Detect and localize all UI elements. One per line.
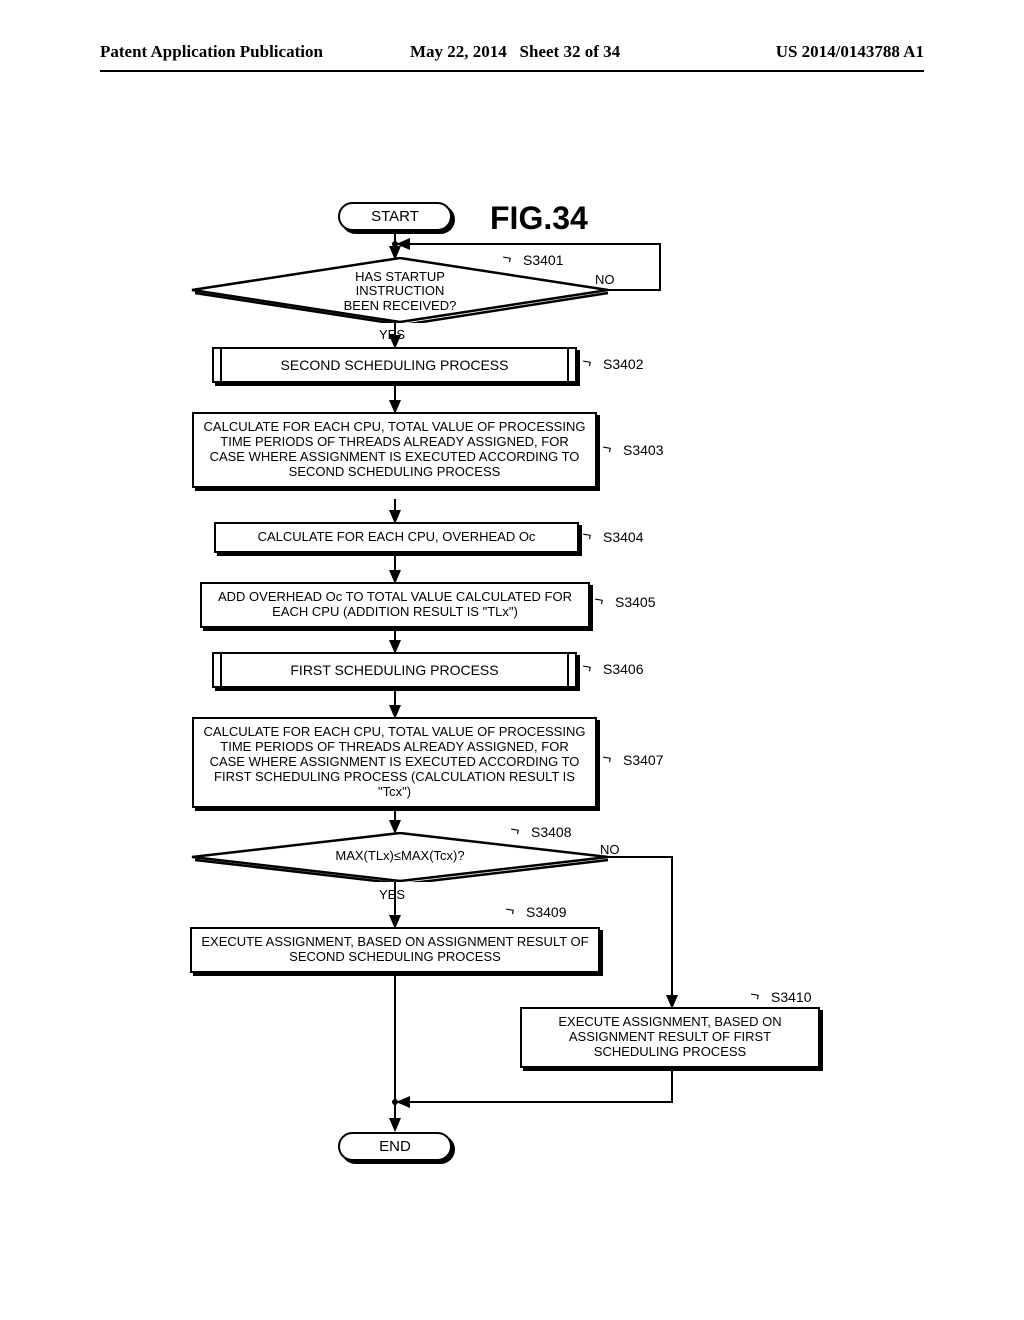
step-s3405: S3405	[615, 594, 655, 610]
decision-startup-text: HAS STARTUP INSTRUCTION BEEN RECEIVED?	[190, 270, 610, 313]
step-s3403: S3403	[623, 442, 663, 458]
header-date: May 22, 2014	[410, 42, 507, 61]
end-terminator: END	[338, 1132, 452, 1161]
leader-tick-icon: ⌐	[601, 749, 613, 768]
step-s3407: S3407	[623, 752, 663, 768]
leader-tick-icon: ⌐	[749, 986, 761, 1005]
header-mid: May 22, 2014 Sheet 32 of 34	[410, 42, 620, 62]
leader-tick-icon: ⌐	[581, 353, 593, 372]
leader-tick-icon: ⌐	[601, 439, 613, 458]
box-first-scheduling: FIRST SCHEDULING PROCESS	[212, 652, 577, 688]
box-exec-second: EXECUTE ASSIGNMENT, BASED ON ASSIGNMENT …	[190, 927, 600, 973]
decision-max-text: MAX(TLx)≤MAX(Tcx)?	[190, 849, 610, 863]
start-terminator: START	[338, 202, 452, 231]
no-2: NO	[600, 842, 620, 857]
box-calc-first: CALCULATE FOR EACH CPU, TOTAL VALUE OF P…	[192, 717, 597, 808]
figure-title: FIG.34	[490, 200, 588, 237]
step-s3402: S3402	[603, 356, 643, 372]
header-left: Patent Application Publication	[100, 42, 323, 62]
no-1: NO	[595, 272, 615, 287]
step-s3401: S3401	[523, 252, 563, 268]
box-second-scheduling: SECOND SCHEDULING PROCESS	[212, 347, 577, 383]
leader-tick-icon: ⌐	[504, 901, 516, 920]
page-frame: Patent Application Publication May 22, 2…	[100, 70, 924, 1252]
box-add-overhead: ADD OVERHEAD Oc TO TOTAL VALUE CALCULATE…	[200, 582, 590, 628]
box-calc-second: CALCULATE FOR EACH CPU, TOTAL VALUE OF P…	[192, 412, 597, 488]
box-exec-first: EXECUTE ASSIGNMENT, BASED ON ASSIGNMENT …	[520, 1007, 820, 1068]
step-s3404: S3404	[603, 529, 643, 545]
yes-1: YES	[379, 327, 405, 342]
step-s3409: S3409	[526, 904, 566, 920]
step-s3408: S3408	[531, 824, 571, 840]
header-sheet: Sheet 32 of 34	[520, 42, 621, 61]
header-right: US 2014/0143788 A1	[776, 42, 924, 62]
step-s3406: S3406	[603, 661, 643, 677]
yes-2: YES	[379, 887, 405, 902]
leader-tick-icon: ⌐	[593, 591, 605, 610]
box-overhead: CALCULATE FOR EACH CPU, OVERHEAD Oc	[214, 522, 579, 553]
leader-tick-icon: ⌐	[581, 526, 593, 545]
step-s3410: S3410	[771, 989, 811, 1005]
leader-tick-icon: ⌐	[581, 658, 593, 677]
